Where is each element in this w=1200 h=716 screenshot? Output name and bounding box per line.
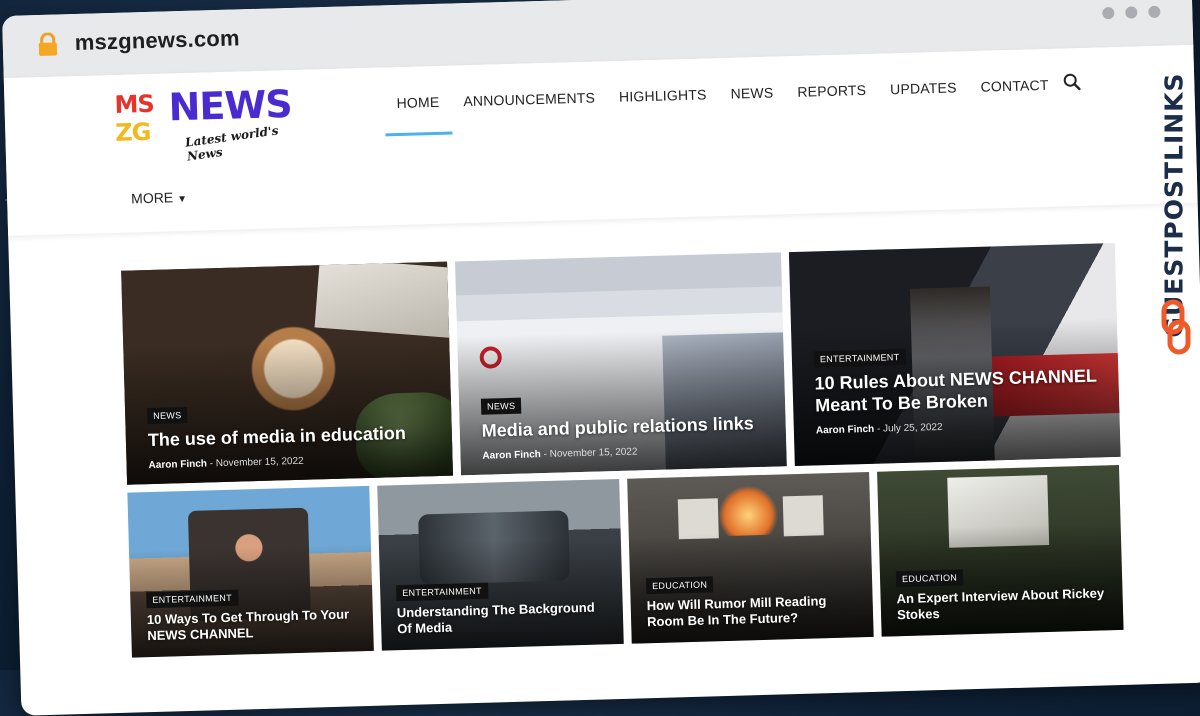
article-author[interactable]: Aaron Finch <box>482 449 541 462</box>
category-badge[interactable]: ENTERTAINMENT <box>813 348 906 368</box>
featured-tile-1[interactable]: NEWS The use of media in education Aaron… <box>121 261 454 485</box>
tile-shade <box>121 261 454 485</box>
nav-announcements[interactable]: ANNOUNCEMENTS <box>451 89 607 109</box>
category-badge[interactable]: ENTERTAINMENT <box>396 582 489 602</box>
category-badge[interactable]: EDUCATION <box>645 576 714 595</box>
category-badge[interactable]: NEWS <box>147 406 188 425</box>
category-badge[interactable]: ENTERTAINMENT <box>146 589 239 609</box>
category-badge[interactable]: NEWS <box>480 397 522 415</box>
logo-ms: MS <box>114 89 155 119</box>
nav-reports[interactable]: REPORTS <box>785 82 878 101</box>
browser-window: mszgnews.com MS ZG NEWS Latest world's N… <box>2 0 1200 716</box>
article-title[interactable]: How Will Rumor Mill Reading Room Be In T… <box>647 592 863 629</box>
site-header: MS ZG NEWS Latest world's News HOME ANNO… <box>3 44 1198 236</box>
article-author[interactable]: Aaron Finch <box>816 424 875 437</box>
article-title[interactable]: 10 Ways To Get Through To Your NEWS CHAN… <box>147 606 363 643</box>
nav-news[interactable]: NEWS <box>718 84 785 102</box>
secondary-tile-1[interactable]: ENTERTAINMENT 10 Ways To Get Through To … <box>127 485 374 658</box>
logo-news: NEWS <box>168 81 293 130</box>
featured-tile-3[interactable]: ENTERTAINMENT 10 Rules About NEWS CHANNE… <box>788 243 1121 467</box>
logo-zg: ZG <box>114 117 151 147</box>
main-nav: HOME ANNOUNCEMENTS HIGHLIGHTS NEWS REPOR… <box>384 76 1060 111</box>
secondary-tile-3[interactable]: EDUCATION How Will Rumor Mill Reading Ro… <box>627 471 874 644</box>
site-logo[interactable]: MS ZG NEWS Latest world's News <box>114 81 316 164</box>
nav-highlights[interactable]: HIGHLIGHTS <box>607 86 719 105</box>
window-dot-1[interactable] <box>1102 6 1115 20</box>
category-badge[interactable]: EDUCATION <box>895 569 964 588</box>
secondary-tile-4[interactable]: EDUCATION An Expert Interview About Rick… <box>877 464 1124 637</box>
chain-link-icon <box>1158 298 1194 356</box>
featured-tile-2[interactable]: NEWS Media and public relations links Aa… <box>455 252 787 476</box>
address-bar-url[interactable]: mszgnews.com <box>74 25 240 56</box>
window-dot-2[interactable] <box>1125 6 1138 19</box>
more-label: MORE <box>130 189 174 207</box>
article-title[interactable]: 10 Rules About NEWS CHANNEL Meant To Be … <box>814 365 1105 416</box>
lock-icon <box>36 32 59 57</box>
more-menu[interactable]: MORE ▼ <box>130 189 188 207</box>
article-author[interactable]: Aaron Finch <box>148 458 207 471</box>
tile-shade <box>455 252 787 476</box>
window-controls <box>1102 5 1161 20</box>
nav-contact[interactable]: CONTACT <box>968 76 1060 95</box>
window-dot-3[interactable] <box>1148 5 1161 18</box>
nav-updates[interactable]: UPDATES <box>878 79 969 98</box>
article-title[interactable]: An Expert Interview About Rickey Stokes <box>896 585 1112 622</box>
chevron-down-icon: ▼ <box>177 193 188 206</box>
nav-home[interactable]: HOME <box>384 93 451 111</box>
search-icon[interactable] <box>1062 72 1083 93</box>
article-date: July 25, 2022 <box>882 421 943 435</box>
secondary-tile-2[interactable]: ENTERTAINMENT Understanding The Backgrou… <box>377 478 624 651</box>
article-title[interactable]: Understanding The Background Of Media <box>397 599 613 636</box>
